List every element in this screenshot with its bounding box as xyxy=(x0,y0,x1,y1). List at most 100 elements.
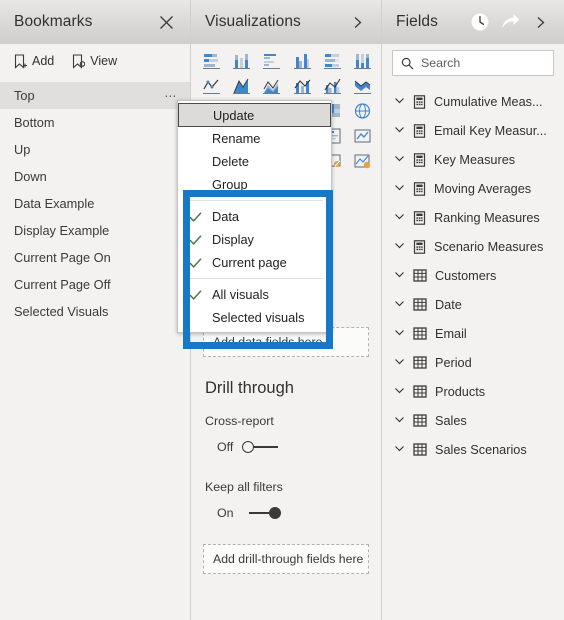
context-menu-label: Update xyxy=(213,107,255,123)
search-input[interactable]: Search xyxy=(392,50,554,76)
context-menu-item-display[interactable]: Display xyxy=(178,228,331,251)
bookmarks-list: Top ⋯ Bottom Up Down Data Example Displa… xyxy=(0,78,190,620)
bookmark-item-selected-visuals[interactable]: Selected Visuals xyxy=(0,298,190,325)
chevron-down-icon[interactable] xyxy=(394,269,405,283)
bookmark-label: Down xyxy=(14,169,47,184)
chevron-down-icon[interactable] xyxy=(394,153,405,167)
measure-table-icon xyxy=(413,239,426,254)
stacked-area-chart-icon[interactable] xyxy=(257,74,286,97)
view-bookmark-label: View xyxy=(90,54,118,68)
field-item-ranking-measures[interactable]: Ranking Measures xyxy=(382,203,564,232)
bookmark-item-bottom[interactable]: Bottom xyxy=(0,109,190,136)
field-label: Email xyxy=(435,326,467,341)
field-label: Products xyxy=(435,384,486,399)
chevron-down-icon[interactable] xyxy=(394,414,405,428)
chevron-down-icon[interactable] xyxy=(394,95,405,109)
bookmark-item-display-example[interactable]: Display Example xyxy=(0,217,190,244)
chevron-right-icon[interactable] xyxy=(347,12,367,32)
field-item-email-key-measures[interactable]: Email Key Measur... xyxy=(382,116,564,145)
clustered-column-chart-icon[interactable] xyxy=(287,49,316,72)
bookmark-item-up[interactable]: Up xyxy=(0,136,190,163)
search-placeholder: Search xyxy=(421,56,461,70)
context-menu-label: Data xyxy=(212,209,240,224)
bookmark-item-data-example[interactable]: Data Example xyxy=(0,190,190,217)
get-more-visuals-icon[interactable] xyxy=(348,149,377,172)
context-menu-item-rename[interactable]: Rename xyxy=(178,127,331,150)
bookmark-more-options-icon[interactable]: ⋯ xyxy=(164,90,178,102)
chevron-down-icon[interactable] xyxy=(394,182,405,196)
context-menu-item-selected-visuals[interactable]: Selected visuals xyxy=(178,306,331,329)
kpi-icon[interactable] xyxy=(348,124,377,147)
area-chart-icon[interactable] xyxy=(227,74,256,97)
stacked-bar-chart-icon[interactable] xyxy=(197,49,226,72)
field-item-cumulative-measures[interactable]: Cumulative Meas... xyxy=(382,87,564,116)
field-item-key-measures[interactable]: Key Measures xyxy=(382,145,564,174)
table-icon xyxy=(413,269,427,282)
stacked-column-chart-icon[interactable] xyxy=(227,49,256,72)
field-item-sales[interactable]: Sales xyxy=(382,406,564,435)
keep-all-filters-toggle-row[interactable]: On xyxy=(217,506,369,520)
bookmark-item-current-page-on[interactable]: Current Page On xyxy=(0,244,190,271)
context-menu-item-update[interactable]: Update xyxy=(178,103,331,127)
bookmark-label: Bottom xyxy=(14,115,55,130)
context-menu-item-data[interactable]: Data xyxy=(178,205,331,228)
chevron-down-icon[interactable] xyxy=(394,356,405,370)
field-label: Scenario Measures xyxy=(434,239,544,254)
chevron-down-icon[interactable] xyxy=(394,443,405,457)
ribbon-chart-icon[interactable] xyxy=(348,74,377,97)
redo-arrow-icon xyxy=(500,12,520,32)
add-drill-through-fields-dropzone[interactable]: Add drill-through fields here xyxy=(203,544,369,574)
bookmarks-header: Bookmarks xyxy=(0,0,190,44)
field-item-email[interactable]: Email xyxy=(382,319,564,348)
field-item-customers[interactable]: Customers xyxy=(382,261,564,290)
field-label: Period xyxy=(435,355,472,370)
drill-through-title: Drill through xyxy=(205,379,294,397)
chevron-right-icon[interactable] xyxy=(530,12,550,32)
add-bookmark-button[interactable]: Add xyxy=(14,53,54,69)
chevron-down-icon[interactable] xyxy=(394,240,405,254)
line-chart-icon[interactable] xyxy=(197,74,226,97)
context-menu-item-group[interactable]: Group xyxy=(178,173,331,196)
bookmark-label: Up xyxy=(14,142,31,157)
measure-table-icon xyxy=(413,123,426,138)
cross-report-toggle-row[interactable]: Off xyxy=(217,440,369,454)
view-bookmark-button[interactable]: View xyxy=(72,53,118,69)
field-item-products[interactable]: Products xyxy=(382,377,564,406)
hundred-stacked-bar-icon[interactable] xyxy=(318,49,347,72)
context-menu-item-all-visuals[interactable]: All visuals xyxy=(178,283,331,306)
field-item-scenario-measures[interactable]: Scenario Measures xyxy=(382,232,564,261)
context-menu-item-delete[interactable]: Delete xyxy=(178,150,331,173)
field-item-date[interactable]: Date xyxy=(382,290,564,319)
cross-report-label: Cross-report xyxy=(205,414,274,428)
fields-title: Fields xyxy=(396,13,438,30)
bookmarks-pane: Bookmarks Add View Top ⋯ Bottom Up Down xyxy=(0,0,190,620)
hundred-stacked-column-icon[interactable] xyxy=(348,49,377,72)
bookmark-label: Display Example xyxy=(14,223,110,238)
chevron-down-icon[interactable] xyxy=(394,211,405,225)
bookmark-item-down[interactable]: Down xyxy=(0,163,190,190)
context-menu-label: Display xyxy=(212,232,254,247)
field-item-sales-scenarios[interactable]: Sales Scenarios xyxy=(382,435,564,464)
toggle-knob xyxy=(268,507,281,519)
keep-all-filters-toggle[interactable] xyxy=(243,506,281,520)
chevron-down-icon[interactable] xyxy=(394,385,405,399)
context-menu-label: Delete xyxy=(212,154,249,169)
checkmark-icon xyxy=(189,257,202,268)
chevron-down-icon[interactable] xyxy=(394,327,405,341)
line-clustered-column-icon[interactable] xyxy=(318,74,347,97)
clustered-bar-chart-icon[interactable] xyxy=(257,49,286,72)
cross-report-toggle[interactable] xyxy=(242,440,280,454)
field-item-period[interactable]: Period xyxy=(382,348,564,377)
line-stacked-column-icon[interactable] xyxy=(287,74,316,97)
context-menu-label: Group xyxy=(212,177,248,192)
bookmark-item-current-page-off[interactable]: Current Page Off xyxy=(0,271,190,298)
chevron-down-icon[interactable] xyxy=(394,124,405,138)
chevron-down-icon[interactable] xyxy=(394,298,405,312)
keep-all-filters-state: On xyxy=(217,506,234,520)
field-item-moving-averages[interactable]: Moving Averages xyxy=(382,174,564,203)
fields-pane: Fields Search Cumulative Meas... Email K… xyxy=(382,0,564,620)
context-menu-item-current-page[interactable]: Current page xyxy=(178,251,331,274)
map-icon[interactable] xyxy=(348,99,377,122)
close-icon[interactable] xyxy=(156,12,176,32)
bookmark-item-top[interactable]: Top ⋯ xyxy=(0,82,190,109)
